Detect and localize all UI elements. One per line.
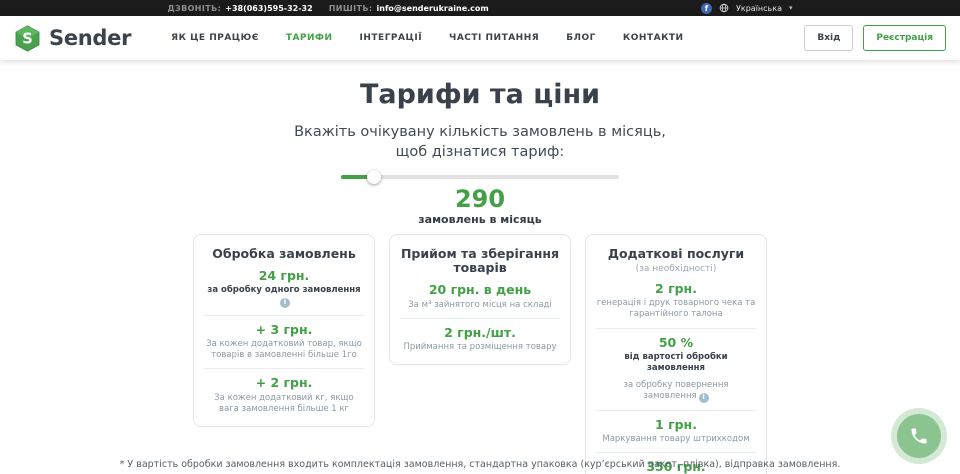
info-icon[interactable]: i: [699, 393, 709, 403]
card-divider: [596, 452, 756, 453]
phone-link[interactable]: +38(063)595-32-32: [225, 4, 312, 13]
price-description: Маркування товару штрихкодом: [596, 434, 756, 445]
pricing-cards: Обробка замовлень 24 грн. за обробку одног…: [0, 234, 960, 474]
header: S Sender ЯК ЦЕ ПРАЦЮЄ ТАРИФИ ІНТЕГРАЦІЇ ЧАС…: [0, 16, 960, 60]
price-description: генерація і друк товарного чека та гаран…: [596, 298, 756, 320]
card-divider: [596, 410, 756, 411]
phone-contact: ДЗВОНІТЬ: +38(063)595-32-32: [168, 4, 313, 13]
email-link[interactable]: info@senderukraine.com: [377, 4, 489, 13]
price-description: за обробку повернення замовленняi: [596, 380, 756, 403]
logo[interactable]: S Sender: [14, 25, 131, 52]
price-description: За кожен додатковий кг, якщо вага замовл…: [204, 393, 364, 415]
price-label: 20 грн. в день: [400, 283, 560, 297]
price-label: 50 %: [596, 336, 756, 350]
brand-name: Sender: [49, 26, 131, 50]
email-contact: ПИШІТЬ: info@senderukraine.com: [329, 4, 489, 13]
main-content: Тарифи та ціни Вкажіть очікувану кількіс…: [0, 80, 960, 474]
price-description: від вартості обробки замовлення: [596, 352, 756, 374]
svg-text:S: S: [22, 30, 33, 47]
chevron-down-icon[interactable]: ▾: [789, 4, 793, 12]
globe-icon: [719, 3, 729, 13]
call-label: ДЗВОНІТЬ:: [168, 4, 222, 13]
slider-handle[interactable]: [367, 170, 381, 184]
card-title: Обробка замовлень: [204, 247, 364, 261]
nav-item-faq[interactable]: ЧАСТІ ПИТАННЯ: [449, 33, 539, 43]
pricing-card-reception-storage: Прийом та зберігання товарів 20 грн. в де…: [389, 234, 571, 366]
price-label: + 2 грн.: [204, 376, 364, 390]
orders-count: 290: [0, 186, 960, 212]
orders-caption: замовлень в місяць: [0, 213, 960, 226]
callback-button[interactable]: [891, 408, 947, 464]
phone-icon: [909, 426, 929, 446]
card-divider: [596, 328, 756, 329]
page-title: Тарифи та ціни: [0, 80, 960, 110]
card-divider: [204, 315, 364, 316]
slider-instruction-line2: щоб дізнатися тариф:: [0, 142, 960, 162]
write-label: ПИШІТЬ:: [329, 4, 373, 13]
price-description: За м³ зайнятого місця на складі: [400, 300, 560, 311]
price-description: за обробку одного замовленняi: [204, 285, 364, 308]
card-subtitle: (за необхідності): [596, 264, 756, 274]
price-label: 2 грн.: [596, 282, 756, 296]
card-title: Додаткові послуги: [596, 247, 756, 261]
facebook-icon[interactable]: f: [701, 3, 712, 14]
sender-logo-icon: S: [14, 25, 41, 52]
card-divider: [204, 368, 364, 369]
nav-item-how-it-works[interactable]: ЯК ЦЕ ПРАЦЮЄ: [171, 33, 259, 43]
orders-slider[interactable]: [341, 170, 619, 184]
main-nav: ЯК ЦЕ ПРАЦЮЄ ТАРИФИ ІНТЕГРАЦІЇ ЧАСТІ ПИТАНН…: [171, 33, 683, 43]
nav-item-blog[interactable]: БЛОГ: [566, 33, 596, 43]
price-description: Приймання та розміщення товару: [400, 342, 560, 353]
price-label: 2 грн./шт.: [400, 326, 560, 340]
price-label: + 3 грн.: [204, 323, 364, 337]
login-button[interactable]: Вхід: [804, 25, 853, 51]
topbar: ДЗВОНІТЬ: +38(063)595-32-32 ПИШІТЬ: info…: [0, 0, 960, 16]
card-divider: [400, 318, 560, 319]
footnote: * У вартість обробки замовлення входить …: [0, 459, 960, 470]
nav-item-integrations[interactable]: ІНТЕГРАЦІЇ: [360, 33, 423, 43]
card-title: Прийом та зберігання товарів: [400, 247, 560, 276]
info-icon[interactable]: i: [280, 298, 290, 308]
nav-item-contacts[interactable]: КОНТАКТИ: [623, 33, 684, 43]
language-selector[interactable]: Українська: [736, 4, 782, 13]
slider-track[interactable]: [341, 175, 619, 179]
slider-instruction-line1: Вкажіть очікувану кількість замовлень в …: [0, 122, 960, 142]
register-button[interactable]: Реєстрація: [863, 25, 946, 51]
pricing-card-order-processing: Обробка замовлень 24 грн. за обробку одног…: [193, 234, 375, 427]
price-label: 1 грн.: [596, 418, 756, 432]
slider-instruction: Вкажіть очікувану кількість замовлень в …: [0, 122, 960, 163]
price-label: 24 грн.: [204, 269, 364, 283]
pricing-card-additional-services: Додаткові послуги (за необхідності) 2 грн.…: [585, 234, 767, 474]
callback-button-circle: [897, 414, 941, 458]
nav-item-tariffs[interactable]: ТАРИФИ: [286, 33, 333, 43]
price-description: За кожен додатковий товар, якщо товарів …: [204, 339, 364, 361]
